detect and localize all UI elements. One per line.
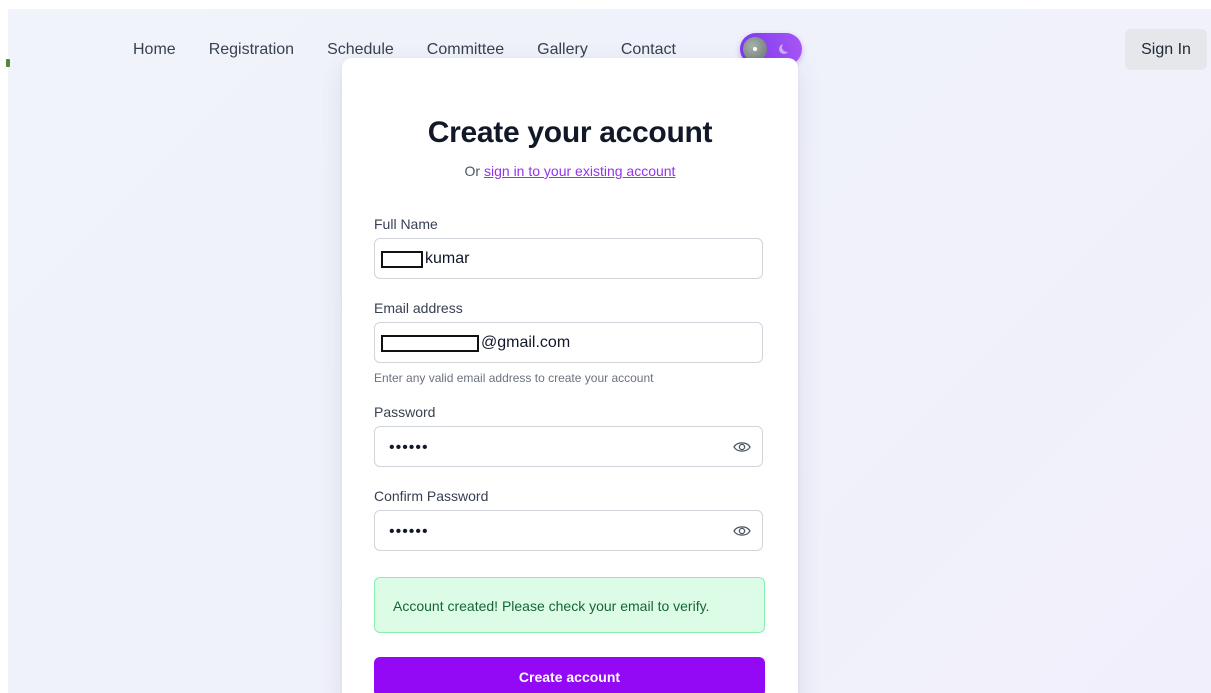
password-label: Password bbox=[374, 404, 436, 420]
full-name-field[interactable]: kumar bbox=[374, 238, 763, 279]
nav-link-registration[interactable]: Registration bbox=[209, 41, 294, 59]
logo-fragment bbox=[6, 59, 10, 67]
full-name-value: kumar bbox=[425, 250, 470, 267]
password-value: •••••• bbox=[389, 439, 429, 456]
nav-link-home[interactable]: Home bbox=[133, 41, 176, 59]
email-hint: Enter any valid email address to create … bbox=[374, 371, 654, 385]
signin-prompt-prefix: Or bbox=[464, 163, 481, 179]
full-name-label: Full Name bbox=[374, 216, 438, 232]
eye-icon[interactable] bbox=[733, 440, 751, 454]
browser-left-strip bbox=[0, 0, 8, 693]
eye-icon[interactable] bbox=[733, 524, 751, 538]
confirm-password-value: •••••• bbox=[389, 523, 429, 540]
page-title: Create your account bbox=[427, 116, 713, 149]
confirm-password-label: Confirm Password bbox=[374, 488, 489, 504]
signin-prompt: Or sign in to your existing account bbox=[342, 163, 798, 179]
sign-in-button[interactable]: Sign In bbox=[1125, 29, 1207, 70]
success-message: Account created! Please check your email… bbox=[393, 598, 710, 614]
confirm-password-field[interactable]: •••••• bbox=[374, 510, 763, 551]
password-field[interactable]: •••••• bbox=[374, 426, 763, 467]
signin-link[interactable]: sign in to your existing account bbox=[484, 163, 675, 179]
nav-link-contact[interactable]: Contact bbox=[621, 41, 676, 59]
redaction-box bbox=[381, 335, 479, 352]
redaction-box bbox=[381, 251, 423, 268]
create-account-button[interactable]: Create account bbox=[374, 657, 765, 693]
browser-top-strip bbox=[0, 0, 1211, 9]
email-label: Email address bbox=[374, 300, 463, 316]
signup-card: Create your account Or sign in to your e… bbox=[342, 58, 798, 693]
moon-icon bbox=[782, 42, 792, 52]
email-field[interactable]: @gmail.com bbox=[374, 322, 763, 363]
nav-link-schedule[interactable]: Schedule bbox=[327, 41, 394, 59]
email-value: @gmail.com bbox=[481, 334, 571, 351]
success-alert: Account created! Please check your email… bbox=[374, 577, 765, 633]
nav-link-gallery[interactable]: Gallery bbox=[537, 41, 588, 59]
nav-link-committee[interactable]: Committee bbox=[427, 41, 504, 59]
